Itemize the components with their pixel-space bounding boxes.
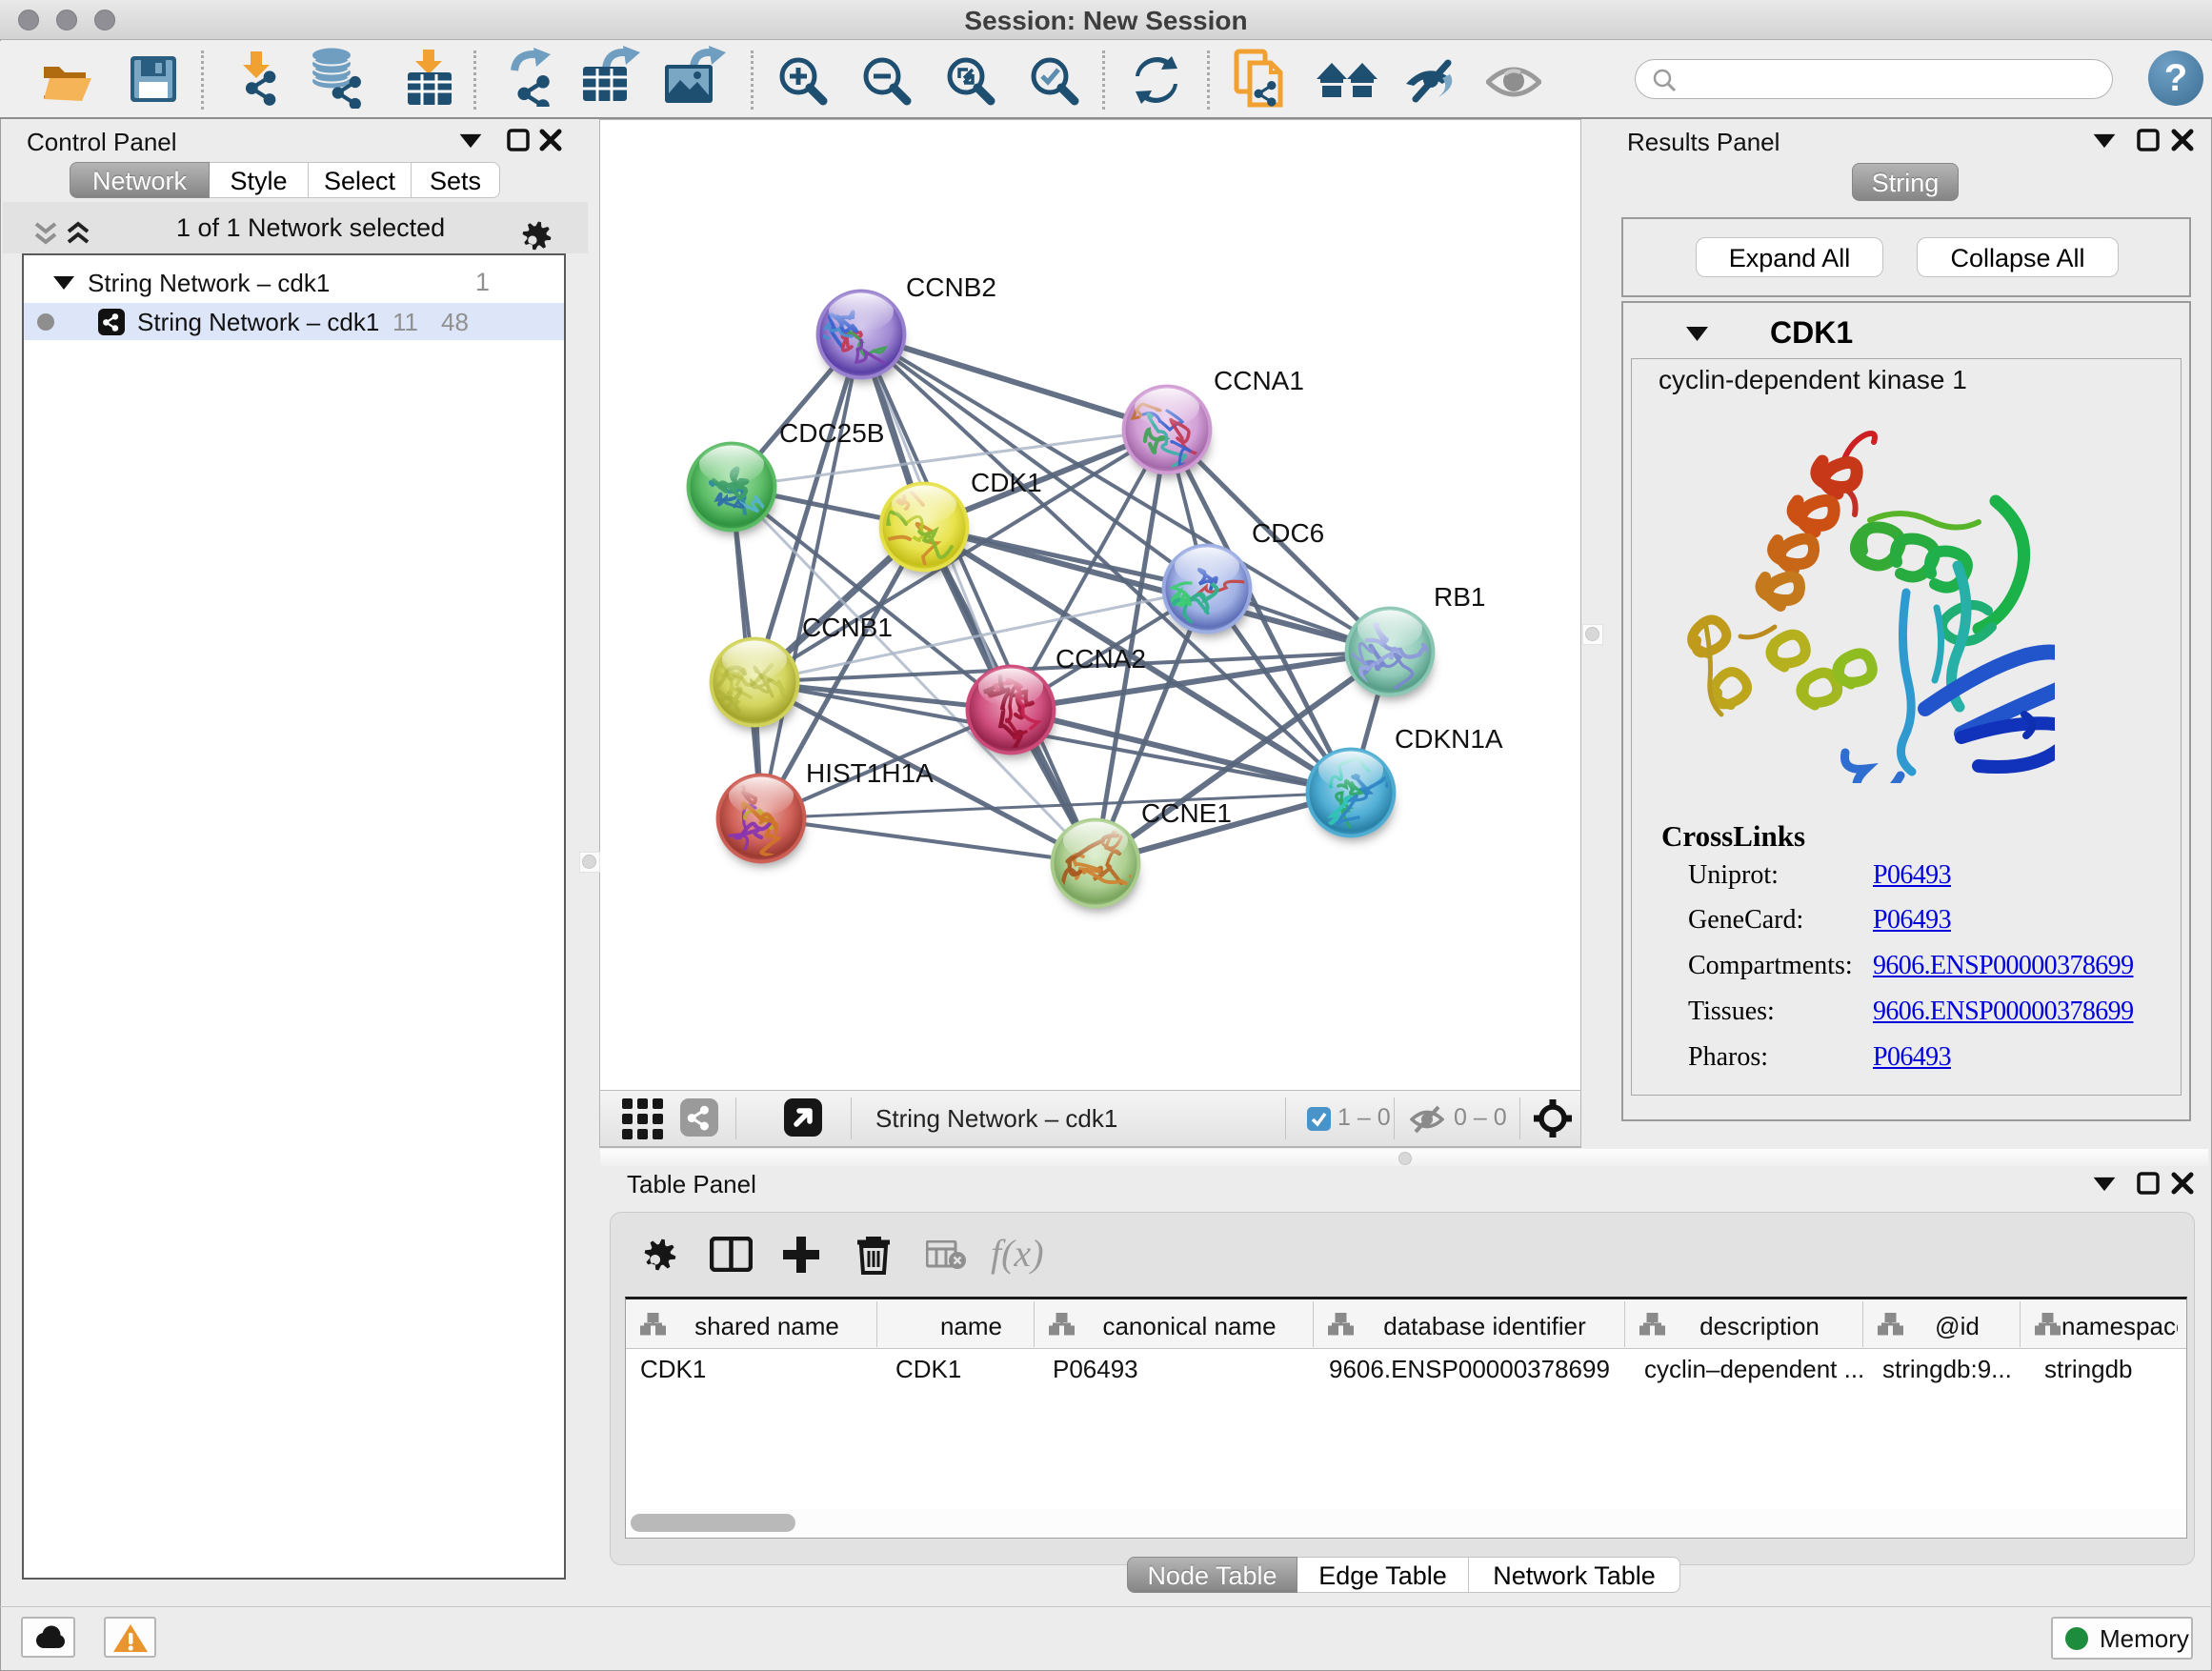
svg-text:CCNA1: CCNA1 xyxy=(1214,366,1304,395)
svg-text:RB1: RB1 xyxy=(1434,582,1485,612)
svg-text:CCNE1: CCNE1 xyxy=(1141,798,1232,828)
svg-text:CDK1: CDK1 xyxy=(971,468,1042,497)
svg-text:CDC6: CDC6 xyxy=(1252,518,1324,548)
svg-text:CCNA2: CCNA2 xyxy=(1056,644,1146,674)
svg-text:HIST1H1A: HIST1H1A xyxy=(806,758,934,788)
svg-text:CDKN1A: CDKN1A xyxy=(1395,724,1503,754)
svg-text:CCNB2: CCNB2 xyxy=(906,272,996,302)
svg-text:CDC25B: CDC25B xyxy=(779,418,884,448)
svg-text:CCNB1: CCNB1 xyxy=(802,613,893,642)
